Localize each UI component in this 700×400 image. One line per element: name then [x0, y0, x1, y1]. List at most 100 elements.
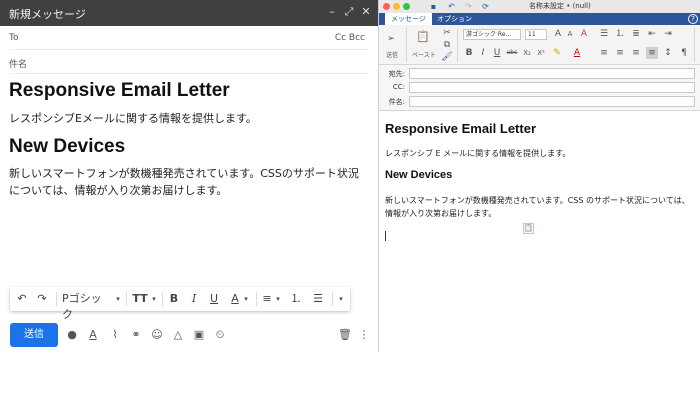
minimize-window-button[interactable]: [393, 3, 400, 10]
body-paragraph-1: レスポンシブEメールに関する情報を提供します。: [9, 112, 257, 125]
paste-icon[interactable]: 📋: [416, 31, 430, 43]
compose-bottom-bar: 送信 ● A ⌇ ⚭ ☺ △ ▣ ⏲ 🗑 ⋮: [0, 318, 378, 352]
toolbar-divider: [332, 292, 333, 306]
outlook-title-bar: ▪ ↶ ↷ ⟳ 名称未設定 • (null): [379, 0, 700, 13]
ribbon-toolbar: ➢ 送信 📋 ペースト ✂ ⧉ 🖌 游ゴシック Re... 11 A A A B…: [379, 25, 700, 65]
bullets-icon[interactable]: ☰: [598, 28, 610, 40]
font-color-icon[interactable]: A: [571, 47, 583, 59]
shrink-font-icon[interactable]: A: [564, 28, 576, 40]
tab-options[interactable]: オプション: [431, 13, 478, 25]
ribbon-divider: [457, 28, 458, 62]
formatting-options-icon[interactable]: A: [85, 327, 101, 343]
chevron-down-icon[interactable]: ▾: [150, 291, 158, 307]
link-icon[interactable]: ⚭: [128, 327, 144, 343]
subject-field[interactable]: 件名: [9, 50, 369, 74]
superscript-icon[interactable]: X²: [535, 47, 547, 59]
confidential-mode-icon[interactable]: ⏲: [212, 327, 228, 343]
more-formatting-icon[interactable]: ▾: [336, 291, 346, 307]
schedule-icon[interactable]: ●: [64, 327, 80, 343]
format-painter-icon[interactable]: 🖌: [441, 51, 453, 63]
paste-options-icon[interactable]: 📋: [523, 223, 534, 234]
decrease-indent-icon[interactable]: ⇤: [646, 28, 658, 40]
align-icon[interactable]: ≡: [260, 291, 274, 307]
paste-ribbon-label[interactable]: ペースト: [412, 50, 436, 59]
more-options-icon[interactable]: ⋮: [356, 327, 372, 343]
message-header-fields: 宛先: CC: 件名:: [379, 65, 700, 111]
to-label: To: [9, 33, 19, 43]
sync-icon[interactable]: ⟳: [480, 1, 491, 12]
align-center-icon[interactable]: ≡: [614, 47, 626, 59]
gmail-compose-header: 新規メッセージ – ⤢ ✕: [0, 0, 378, 26]
tab-message[interactable]: メッセージ: [385, 13, 432, 25]
italic-icon[interactable]: I: [186, 291, 202, 307]
photo-icon[interactable]: ▣: [191, 327, 207, 343]
underline-icon[interactable]: U: [491, 47, 503, 59]
underline-icon[interactable]: U: [206, 291, 222, 307]
toolbar-divider: [256, 292, 257, 306]
font-size-icon[interactable]: TT: [130, 291, 150, 307]
send-icon[interactable]: ➢: [385, 33, 397, 45]
justify-icon[interactable]: ≡: [646, 47, 658, 59]
cut-icon[interactable]: ✂: [441, 27, 453, 39]
numbering-icon[interactable]: ⒈: [614, 28, 626, 40]
minimize-icon[interactable]: –: [325, 4, 339, 20]
redo-icon[interactable]: ↷: [34, 291, 50, 307]
highlight-icon[interactable]: ✎: [551, 47, 563, 59]
subscript-icon[interactable]: X₂: [521, 47, 533, 59]
italic-icon[interactable]: I: [477, 47, 489, 59]
formatting-toolbar: ↶ ↷ Pゴシック ▾ TT ▾ B I U A ▾ ≡ ▾ ⒈ ☰ ▾: [10, 287, 350, 321]
expand-icon[interactable]: ⤢: [342, 4, 356, 20]
clear-formatting-icon[interactable]: A: [578, 28, 590, 40]
multilevel-list-icon[interactable]: ≣: [630, 28, 642, 40]
trash-icon[interactable]: 🗑: [337, 327, 353, 343]
redo-icon[interactable]: ↷: [463, 1, 474, 12]
outlook-window-title: 名称未設定 • (null): [529, 2, 591, 10]
font-size-select[interactable]: 11: [525, 29, 547, 40]
body-paragraph-2: 新しいスマートフォンが数機種発売されています。CSSのサポート状況については、情…: [9, 167, 359, 197]
copy-icon[interactable]: ⧉: [441, 39, 453, 51]
send-button[interactable]: 送信: [10, 323, 58, 347]
strikethrough-icon[interactable]: abc: [506, 47, 518, 59]
body-heading-1: Responsive Email Letter: [385, 121, 536, 136]
body-heading-2: New Devices: [9, 136, 126, 157]
chevron-down-icon[interactable]: ▾: [274, 291, 282, 307]
cc-label: CC:: [392, 83, 405, 91]
bold-icon[interactable]: B: [166, 291, 182, 307]
bulleted-list-icon[interactable]: ☰: [310, 291, 326, 307]
zoom-window-button[interactable]: [403, 3, 410, 10]
styles-icon[interactable]: ¶: [678, 47, 690, 59]
undo-icon[interactable]: ↶: [446, 1, 457, 12]
undo-icon[interactable]: ↶: [14, 291, 30, 307]
save-icon[interactable]: ▪: [428, 1, 439, 12]
font-family-dropdown[interactable]: Pゴシック: [62, 291, 112, 321]
numbered-list-icon[interactable]: ⒈: [288, 291, 304, 307]
subject-input[interactable]: [409, 96, 695, 107]
text-color-icon[interactable]: A: [228, 291, 242, 307]
send-ribbon-label[interactable]: 送信: [386, 50, 398, 59]
emoji-icon[interactable]: ☺: [149, 327, 165, 343]
line-spacing-icon[interactable]: ↕: [662, 47, 674, 59]
align-right-icon[interactable]: ≡: [630, 47, 642, 59]
body-paragraph-1: レスポンシブ E メールに関する情報を提供します。: [385, 149, 571, 158]
to-input[interactable]: [409, 68, 695, 79]
help-icon[interactable]: ?: [688, 14, 698, 24]
bold-icon[interactable]: B: [463, 47, 475, 59]
chevron-down-icon[interactable]: ▾: [242, 291, 250, 307]
increase-indent-icon[interactable]: ⇥: [662, 28, 674, 40]
grow-font-icon[interactable]: A: [552, 28, 564, 40]
text-cursor: [385, 231, 386, 241]
body-heading-2: New Devices: [385, 169, 453, 181]
to-label: 宛先:: [388, 70, 405, 78]
close-icon[interactable]: ✕: [359, 4, 373, 20]
attach-icon[interactable]: ⌇: [107, 327, 123, 343]
drive-icon[interactable]: △: [170, 327, 186, 343]
align-left-icon[interactable]: ≡: [598, 47, 610, 59]
chevron-down-icon[interactable]: ▾: [114, 291, 122, 307]
font-family-select[interactable]: 游ゴシック Re...: [463, 29, 521, 40]
cc-bcc-link[interactable]: Cc Bcc: [335, 33, 365, 43]
toolbar-divider: [56, 292, 57, 306]
cc-input[interactable]: [409, 82, 695, 93]
ribbon-divider: [406, 28, 407, 62]
close-window-button[interactable]: [383, 3, 390, 10]
to-field[interactable]: To Cc Bcc: [9, 26, 369, 50]
